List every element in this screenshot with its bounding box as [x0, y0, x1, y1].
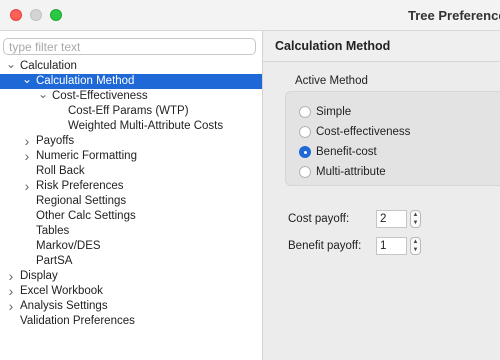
- preferences-tree-pane: ⌄Calculation⌄Calculation Method⌄Cost-Eff…: [0, 31, 263, 360]
- cost-payoff-up-icon[interactable]: ▲: [411, 211, 420, 219]
- tree-item-label: Numeric Formatting: [36, 150, 137, 162]
- radio-multi-attribute-label: Multi-attribute: [316, 166, 386, 178]
- tree-item[interactable]: › Numeric Formatting: [0, 149, 262, 164]
- radio-cost-effectiveness-label: Cost-effectiveness: [316, 126, 411, 138]
- preferences-page: Calculation Method Active Method Simple …: [263, 31, 500, 360]
- tree-item-label: Analysis Settings: [20, 300, 108, 312]
- tree-item-label: Excel Workbook: [20, 285, 103, 297]
- tree-item-label: Display: [20, 270, 58, 282]
- page-title: Calculation Method: [275, 39, 391, 53]
- tree-item-label: Regional Settings: [36, 195, 127, 207]
- tree-item-label: Other Calc Settings: [36, 210, 136, 222]
- tree-item[interactable]: PartSA: [0, 254, 262, 269]
- tree-item[interactable]: › Excel Workbook: [0, 284, 262, 299]
- chevron-down-icon[interactable]: ⌄: [37, 88, 49, 104]
- tree-item-label: Cost-Effectiveness: [52, 90, 148, 102]
- tree-item-label: Markov/DES: [36, 240, 101, 252]
- benefit-payoff-up-icon[interactable]: ▲: [411, 238, 420, 246]
- tree-item-label: Tables: [36, 225, 70, 237]
- benefit-payoff-down-icon[interactable]: ▼: [411, 246, 420, 254]
- benefit-payoff-label: Benefit payoff:: [288, 240, 362, 252]
- tree-item-label: Risk Preferences: [36, 180, 124, 192]
- tree-item-label: PartSA: [36, 255, 73, 267]
- page-header: Calculation Method: [263, 31, 500, 62]
- tree-item-label: Payoffs: [36, 135, 75, 147]
- tree-item[interactable]: › Risk Preferences: [0, 179, 262, 194]
- benefit-payoff-input[interactable]: [376, 237, 407, 255]
- tree-item-label: Calculation Method: [36, 75, 135, 87]
- tree-item[interactable]: ⌄ Calculation: [0, 58, 262, 74]
- chevron-right-icon[interactable]: ›: [21, 179, 33, 194]
- tree-item[interactable]: Markov/DES: [0, 239, 262, 254]
- radio-benefit-cost-label: Benefit-cost: [316, 146, 377, 158]
- radio-cost-effectiveness-circle[interactable]: [299, 126, 311, 138]
- chevron-right-icon[interactable]: ›: [5, 284, 17, 299]
- tree-item[interactable]: › Analysis Settings: [0, 299, 262, 314]
- cost-payoff-label: Cost payoff:: [288, 213, 350, 225]
- preferences-tree: ⌄ Calculation ⌄ Calculation Method ⌄ Cost-Eff…: [0, 58, 262, 329]
- cost-payoff-stepper[interactable]: ▲ ▼: [410, 210, 421, 228]
- tree-item[interactable]: ⌄ Cost-Effectiveness: [0, 88, 262, 104]
- chevron-right-icon[interactable]: ›: [21, 134, 33, 149]
- tree-item-label: Roll Back: [36, 165, 85, 177]
- tree-item[interactable]: Weighted Multi-Attribute Costs: [0, 119, 262, 134]
- chevron-right-icon[interactable]: ›: [5, 299, 17, 314]
- tree-item-label: Validation Preferences: [20, 315, 135, 327]
- chevron-right-icon[interactable]: ›: [21, 149, 33, 164]
- benefit-payoff-stepper[interactable]: ▲ ▼: [410, 237, 421, 255]
- minimize-window-button[interactable]: [30, 9, 42, 21]
- tree-item[interactable]: Regional Settings: [0, 194, 262, 209]
- active-method-group-label: Active Method: [295, 75, 368, 87]
- window-title: Tree Preferences: [408, 8, 500, 23]
- tree-item[interactable]: Other Calc Settings: [0, 209, 262, 224]
- maximize-window-button[interactable]: [50, 9, 62, 21]
- tree-item[interactable]: Cost-Eff Params (WTP): [0, 104, 262, 119]
- tree-item-label: Weighted Multi-Attribute Costs: [68, 120, 224, 132]
- radio-multi-attribute-circle[interactable]: [299, 166, 311, 178]
- tree-item-label: Cost-Eff Params (WTP): [68, 105, 189, 117]
- close-window-button[interactable]: [10, 9, 22, 21]
- chevron-down-icon[interactable]: ⌄: [5, 58, 17, 74]
- tree-item[interactable]: › Display: [0, 269, 262, 284]
- radio-benefit-cost-circle[interactable]: [299, 146, 311, 158]
- radio-simple-circle[interactable]: [299, 106, 311, 118]
- cost-payoff-down-icon[interactable]: ▼: [411, 219, 420, 227]
- radio-simple-label: Simple: [316, 106, 352, 118]
- tree-item[interactable]: Validation Preferences: [0, 314, 262, 329]
- chevron-down-icon[interactable]: ⌄: [21, 73, 33, 89]
- tree-item[interactable]: › Payoffs: [0, 134, 262, 149]
- title-bar: Tree Preferences: [0, 0, 500, 31]
- filter-input[interactable]: [3, 38, 256, 55]
- chevron-right-icon[interactable]: ›: [5, 269, 17, 284]
- tree-item[interactable]: Roll Back: [0, 164, 262, 179]
- tree-item[interactable]: Tables: [0, 224, 262, 239]
- cost-payoff-input[interactable]: [376, 210, 407, 228]
